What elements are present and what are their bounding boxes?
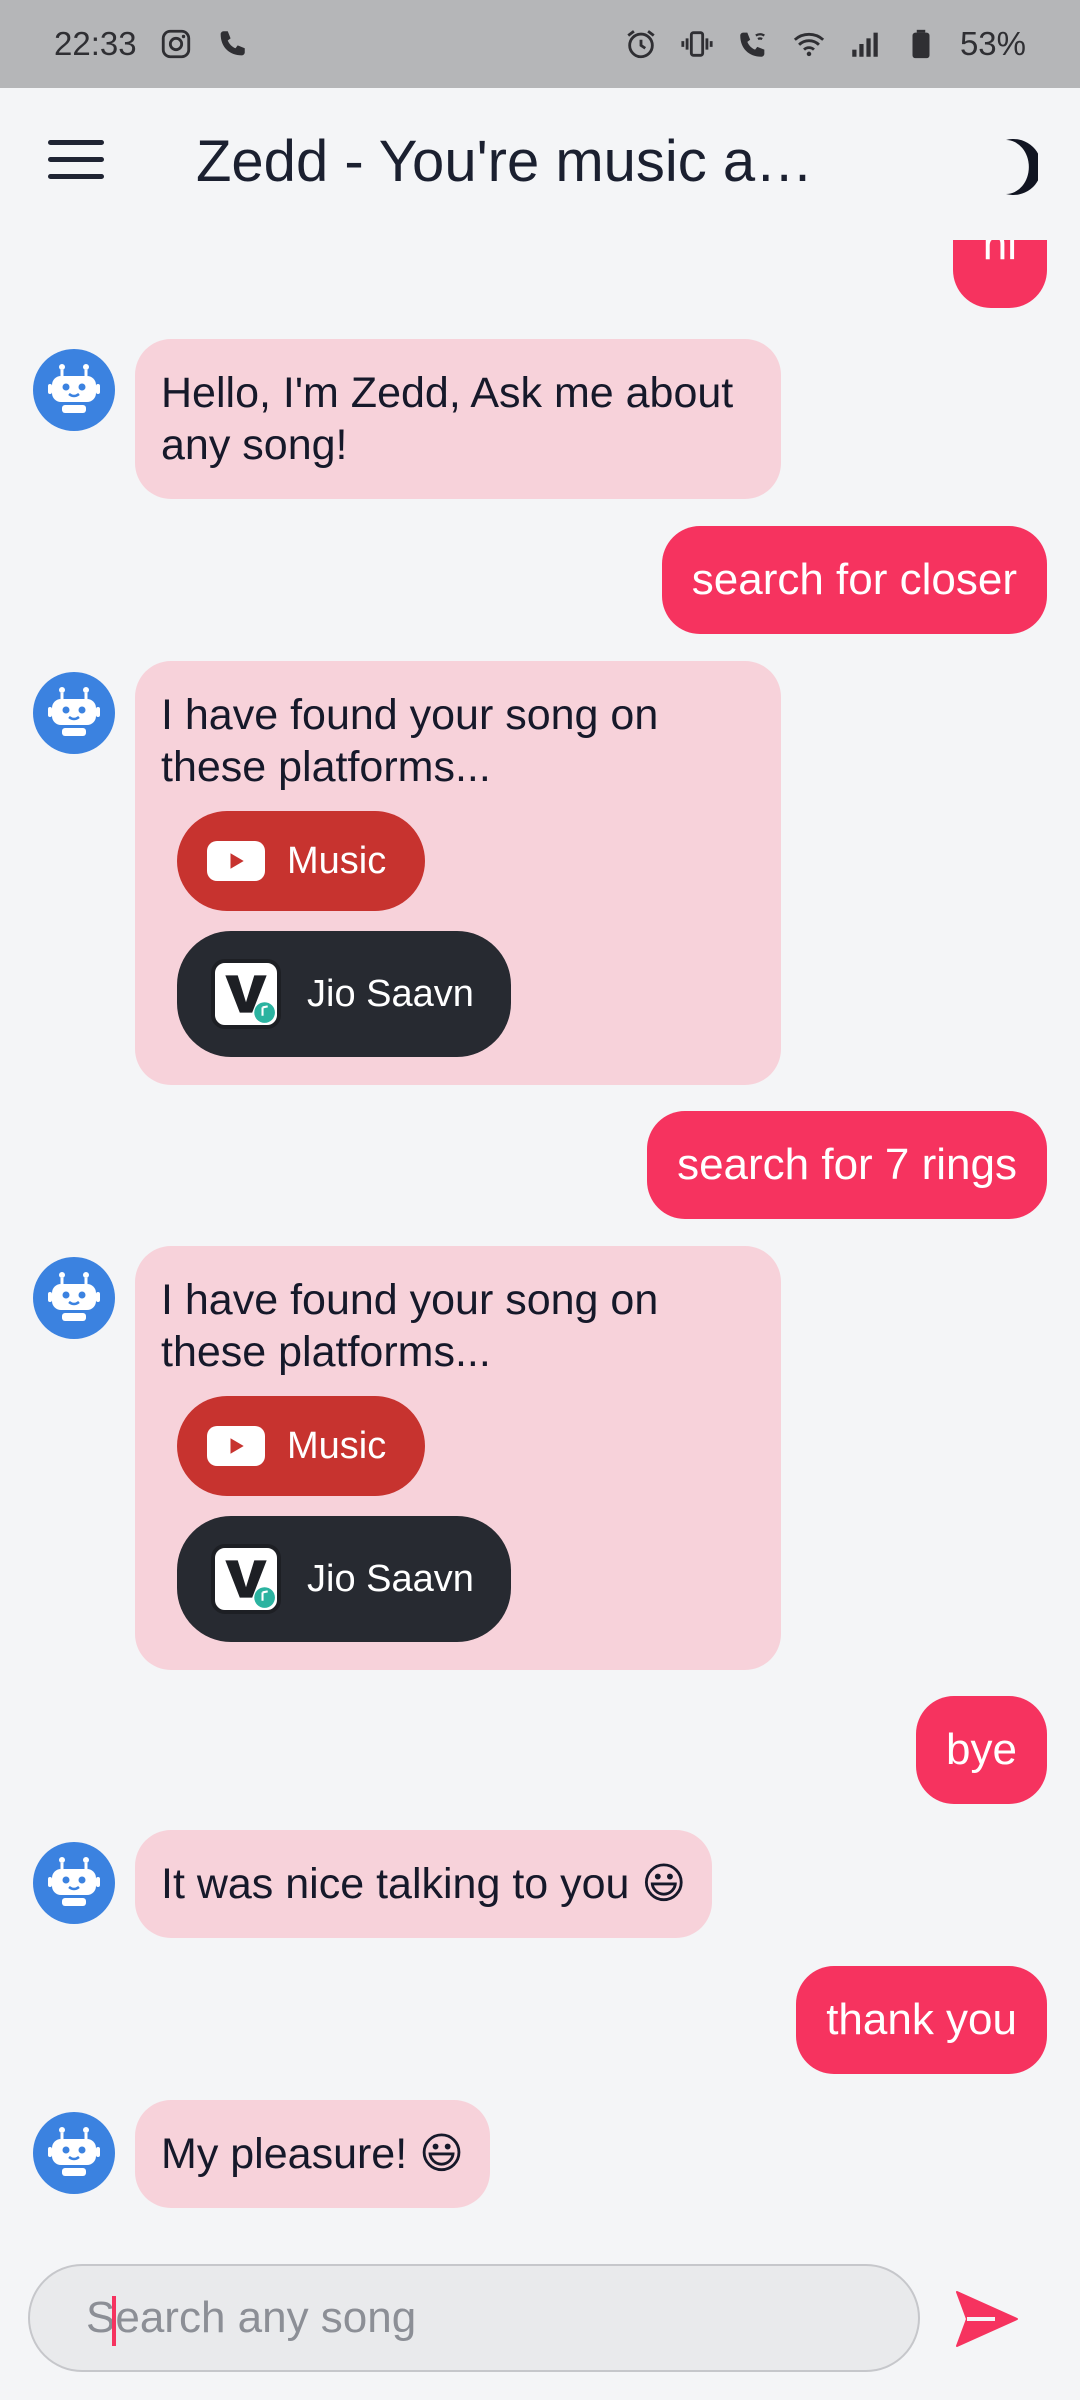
message-text: It was nice talking to you 😃	[161, 1860, 687, 1908]
wifi-call-icon	[736, 27, 770, 61]
message-text: Hello, I'm Zedd, Ask me about any song!	[161, 369, 734, 469]
button-label: Music	[287, 840, 387, 882]
message-text: hi	[982, 240, 1017, 269]
button-label: Jio Saavn	[307, 973, 474, 1015]
bot-message: I have found your song on these platform…	[135, 661, 781, 1085]
signal-icon	[848, 27, 882, 61]
app-bar: Zedd - You're music assistant	[0, 88, 1080, 240]
send-icon[interactable]	[955, 2290, 1019, 2348]
button-label: Jio Saavn	[307, 1558, 474, 1600]
bot-message: It was nice talking to you 😃	[135, 1830, 713, 1938]
jiosaavn-button[interactable]: Jio Saavn	[177, 931, 511, 1057]
youtube-icon	[207, 1426, 265, 1466]
message-text: thank you	[826, 1995, 1017, 2044]
message-text: search for 7 rings	[677, 1140, 1017, 1189]
robot-icon	[48, 1857, 100, 1906]
bot-avatar	[33, 349, 115, 431]
bot-avatar	[33, 1842, 115, 1924]
alarm-icon	[624, 27, 658, 61]
robot-icon	[48, 687, 100, 736]
jiosaavn-button[interactable]: Jio Saavn	[177, 1516, 511, 1642]
vibrate-icon	[680, 27, 714, 61]
jiosaavn-icon	[211, 959, 281, 1029]
battery-percent: 53%	[959, 25, 1026, 62]
youtube-music-button[interactable]: Music	[177, 1396, 425, 1496]
button-label: Music	[287, 1425, 387, 1467]
robot-icon	[48, 2127, 100, 2176]
message-text: bye	[946, 1725, 1017, 1774]
robot-icon	[48, 1272, 100, 1321]
battery-icon	[904, 27, 938, 61]
wifi-icon	[792, 27, 826, 61]
text-caret	[112, 2296, 116, 2346]
user-message: hi	[952, 240, 1047, 308]
hamburger-menu-icon[interactable]	[48, 140, 104, 182]
user-message: search for 7 rings	[647, 1111, 1047, 1219]
message-text: search for closer	[691, 555, 1017, 604]
phone-icon	[215, 27, 249, 61]
search-input-container	[28, 2264, 920, 2372]
status-bar: 22:33 53%	[0, 0, 1080, 88]
youtube-icon	[207, 841, 265, 881]
page-title: Zedd - You're music assistant	[196, 129, 836, 194]
status-time: 22:33	[54, 25, 137, 62]
youtube-music-button[interactable]: Music	[177, 811, 425, 911]
user-message: bye	[916, 1696, 1047, 1804]
bot-message: My pleasure! 😃	[135, 2100, 490, 2208]
instagram-icon	[159, 27, 193, 61]
jiosaavn-icon	[211, 1544, 281, 1614]
user-message: thank you	[796, 1966, 1047, 2074]
bot-message: Hello, I'm Zedd, Ask me about any song!	[135, 339, 781, 499]
moon-icon[interactable]	[984, 138, 1042, 196]
message-text: I have found your song on these platform…	[161, 1276, 659, 1376]
message-text: My pleasure! 😃	[161, 2130, 464, 2178]
bot-avatar	[33, 672, 115, 754]
user-message: search for closer	[661, 526, 1047, 634]
search-input[interactable]	[84, 2292, 918, 2344]
robot-icon	[48, 364, 100, 413]
bot-message: I have found your song on these platform…	[135, 1246, 781, 1670]
message-text: I have found your song on these platform…	[161, 691, 659, 791]
chat-area[interactable]: hi Hello, I'm Zedd, Ask me about any son…	[0, 240, 1080, 2225]
bot-avatar	[33, 1257, 115, 1339]
bot-avatar	[33, 2112, 115, 2194]
